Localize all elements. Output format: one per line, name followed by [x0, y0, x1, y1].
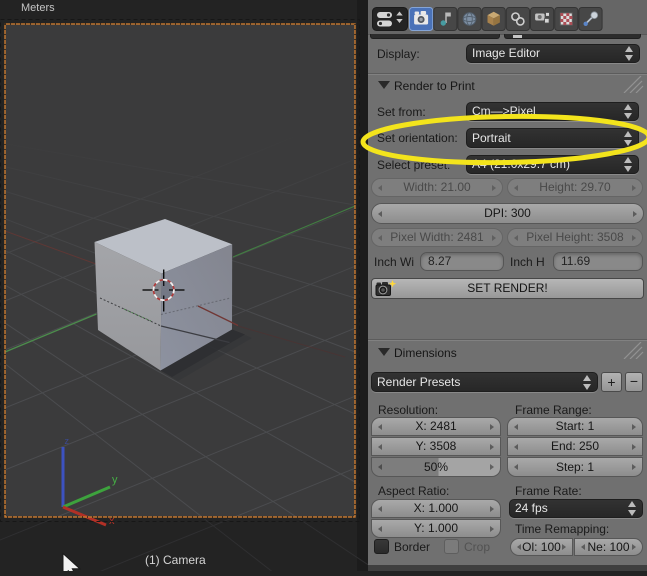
svg-text:z: z [65, 436, 70, 446]
svg-text:y: y [112, 474, 118, 486]
